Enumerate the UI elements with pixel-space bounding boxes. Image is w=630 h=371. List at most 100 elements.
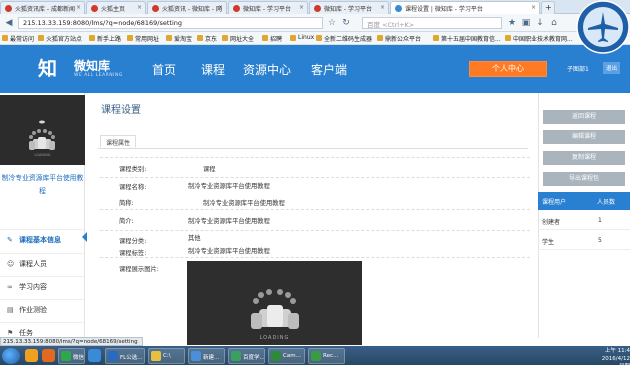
taskbar-item[interactable]: C:\ — [148, 348, 185, 364]
back-to-course-button[interactable]: 返回课程 — [543, 110, 625, 124]
form-divider — [100, 209, 530, 210]
bookmark-item[interactable]: 中国职业技术教育网... — [505, 34, 575, 43]
course-cover-image: LOADING — [0, 95, 85, 165]
export-course-button[interactable]: 导出课程包 — [543, 172, 625, 186]
firefox-favicon-icon — [91, 5, 98, 12]
url-input[interactable]: 215.13.33.159:8080/lms/?q=node/68169/set… — [18, 17, 323, 29]
field-value-tags: 制冷专业资源库平台使用教程 — [188, 248, 270, 255]
browser-tab[interactable]: 火狐资讯 - 微知库 - 网 × — [147, 1, 227, 14]
field-label-intro: 简介: — [119, 218, 134, 225]
bookmark-item[interactable]: 第十五届中国教育信... — [433, 34, 501, 43]
browser-tab[interactable]: 微知库 - 学习平台 × — [228, 1, 308, 14]
taskbar-item[interactable]: Cam... — [268, 348, 305, 364]
bookmark-item[interactable]: 爱淘宝 — [166, 34, 192, 43]
edit-course-button[interactable]: 编辑课程 — [543, 130, 625, 144]
close-icon[interactable]: × — [137, 4, 142, 11]
sidebar-item-basic-info[interactable]: ✎ 课程基本信息 — [0, 229, 84, 251]
logout-button[interactable]: 退出 — [603, 62, 621, 74]
image-caption: LOADING — [259, 335, 290, 341]
bookmark-item[interactable]: 火狐官方站点 — [38, 34, 82, 43]
sidebar-item-homework[interactable]: ▤ 作业测验 — [0, 299, 84, 321]
bookmark-star-icon[interactable]: ☆ — [326, 17, 338, 29]
close-icon[interactable]: × — [76, 4, 81, 11]
back-button-icon[interactable]: ◀ — [3, 17, 15, 29]
field-label-short-name: 简称: — [119, 200, 134, 207]
book-icon: ▤ — [7, 306, 14, 314]
username[interactable]: 子图部1 — [567, 64, 589, 73]
flag-icon: ⚑ — [7, 329, 14, 337]
home-icon[interactable]: ⌂ — [548, 17, 560, 29]
start-button-icon[interactable] — [2, 348, 20, 364]
copy-course-button[interactable]: 复制课程 — [543, 151, 625, 165]
bookmark-item[interactable]: 最常访问 — [2, 34, 34, 43]
bookmark-item[interactable]: 全新二维码生成器 — [316, 34, 372, 43]
nav-client[interactable]: 客户端 — [311, 61, 347, 78]
role-row: 创建者 1 — [538, 210, 630, 230]
tab-course-attributes[interactable]: 课程属性 — [100, 135, 137, 148]
course-title[interactable]: 制冷专业资源库平台使用教程 — [0, 172, 85, 198]
role-count: 5 — [598, 237, 602, 244]
role-table-header: 课程用户 人员数 — [538, 192, 630, 210]
form-divider — [100, 257, 530, 258]
chrome-icon[interactable] — [88, 349, 101, 362]
browser-tabbar: 火狐资讯库 - 成都新闻 × 火狐主页 × 火狐资讯 - 微知库 - 网 × 微知库 … — [0, 0, 630, 14]
close-icon[interactable]: × — [218, 4, 223, 11]
field-label-category: 课程类别: — [119, 166, 147, 173]
firefox-favicon-icon — [233, 5, 240, 12]
firefox-favicon-icon — [152, 5, 159, 12]
app-icon — [231, 351, 241, 361]
status-url: 215.13.33.159:8080/lms/?q=node/68169/set… — [0, 337, 143, 346]
close-icon[interactable]: × — [299, 4, 304, 11]
browser-tab-active[interactable]: 课程设置 | 微知库 - 学习平台 × — [390, 1, 540, 14]
reload-icon[interactable]: ↻ — [340, 17, 352, 29]
active-indicator — [82, 232, 87, 242]
bookmarks-bar: 最常访问 火狐官方站点 新手上路 常用网址 爱淘宝 京东 网址大全 招聘 Lin… — [0, 32, 630, 45]
clipboard-icon[interactable]: ▣ — [520, 17, 532, 29]
browser-tab[interactable]: 火狐主页 × — [86, 1, 146, 14]
firefox-favicon-icon — [5, 5, 12, 12]
sidebar-item-content[interactable]: ∞ 学习内容 — [0, 276, 84, 298]
close-icon[interactable]: × — [380, 4, 385, 11]
role-row: 学生 5 — [538, 230, 630, 250]
pencil-icon: ✎ — [7, 236, 13, 244]
new-tab-button[interactable]: + — [541, 1, 555, 14]
bookmark-item[interactable]: Linux — [290, 34, 314, 41]
close-icon[interactable]: × — [531, 4, 536, 11]
star-icon[interactable]: ★ — [506, 17, 518, 29]
user-center-button[interactable]: 个人中心 — [469, 61, 547, 77]
search-input[interactable]: 百度 <Ctrl+K> — [362, 17, 502, 29]
explorer-icon[interactable] — [25, 349, 38, 362]
taskbar-item[interactable]: 微信 — [58, 348, 85, 364]
bookmark-item[interactable]: 京东 — [197, 34, 217, 43]
clock-date: 2016/4/12 星期 — [601, 356, 630, 370]
cover-caption: LOADING — [34, 153, 51, 157]
recorder-icon — [311, 351, 321, 361]
taskbar-clock[interactable]: 上午 11:4 2016/4/12 星期 — [598, 347, 630, 371]
nav-resource-center[interactable]: 资源中心 — [243, 61, 291, 78]
bookmark-item[interactable]: 招聘 — [262, 34, 282, 43]
form-divider — [100, 177, 530, 178]
form-divider — [100, 230, 530, 231]
taskbar-item[interactable]: 新建... — [188, 348, 225, 364]
bookmark-item[interactable]: 鼎新公众平台 — [377, 34, 421, 43]
download-icon[interactable]: ↓ — [534, 17, 546, 29]
firefox-icon[interactable] — [42, 349, 55, 362]
taskbar-item[interactable]: Rec... — [308, 348, 345, 364]
bookmark-item[interactable]: 常用网址 — [127, 34, 159, 43]
nav-home[interactable]: 首页 — [152, 61, 176, 78]
bookmark-item[interactable]: 新手上路 — [89, 34, 121, 43]
taskbar-item[interactable]: 百度学... — [228, 348, 265, 364]
sidebar-item-members[interactable]: ☺ 课程人员 — [0, 253, 84, 275]
taskbar-item[interactable]: FL公选... — [105, 348, 145, 364]
folder-icon — [151, 351, 161, 361]
field-value-intro: 制冷专业资源库平台使用教程 — [188, 218, 270, 225]
field-label-course-name: 课程名称: — [119, 184, 147, 191]
nav-courses[interactable]: 课程 — [201, 61, 225, 78]
role-name: 学生 — [542, 239, 555, 246]
browser-tab[interactable]: 微知库 - 学习平台 × — [309, 1, 389, 14]
browser-tab[interactable]: 火狐资讯库 - 成都新闻 × — [0, 1, 85, 14]
field-value-category: 课程 — [203, 166, 216, 173]
tab-divider — [98, 148, 528, 149]
bookmark-item[interactable]: 网址大全 — [222, 34, 254, 43]
logo-name: 微知库 — [74, 59, 111, 73]
